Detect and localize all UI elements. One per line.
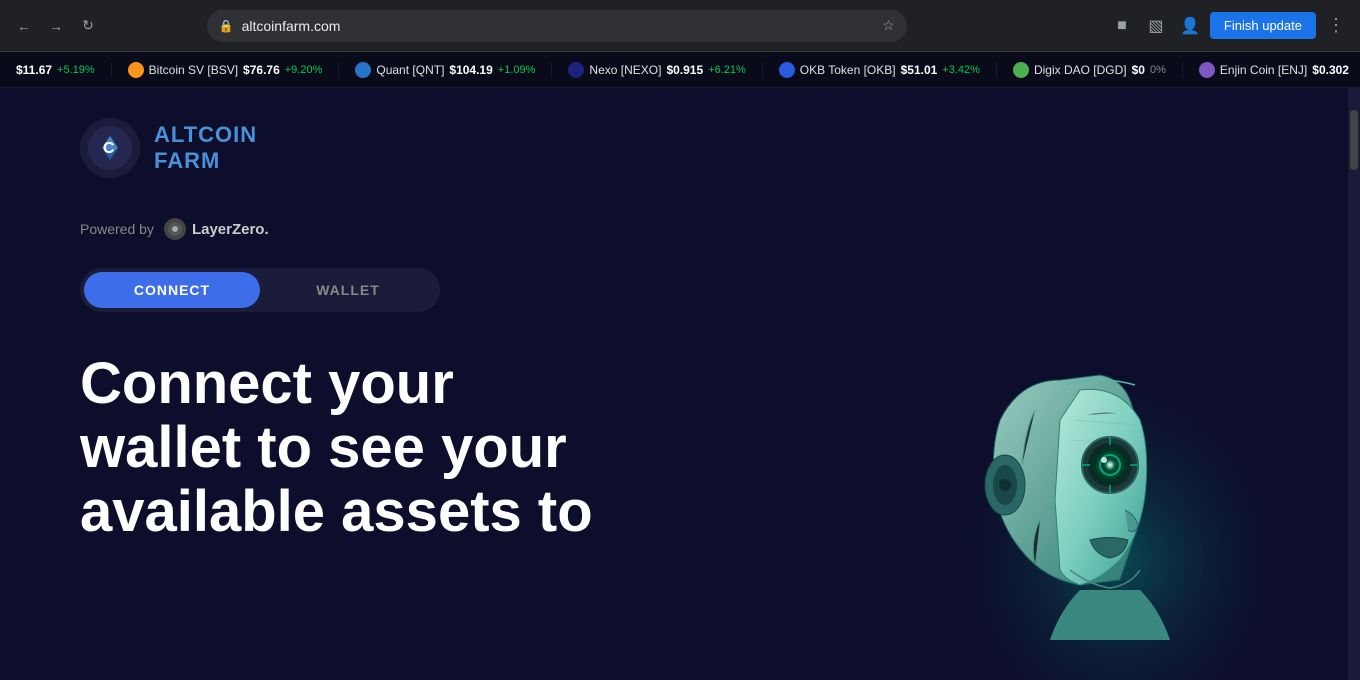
okb-change: +3.42% bbox=[942, 64, 980, 76]
logo-name-bottom: FARM bbox=[154, 148, 257, 174]
ticker-item-leading: $11.67 +5.19% bbox=[0, 63, 112, 77]
address-bar[interactable]: 🔒 altcoinfarm.com ☆ bbox=[207, 10, 907, 42]
logo-name-top: ALTCOIN bbox=[154, 122, 257, 148]
dgd-name: Digix DAO [DGD] bbox=[1034, 63, 1127, 77]
lock-icon: 🔒 bbox=[219, 19, 234, 33]
nexo-change: +6.21% bbox=[708, 64, 746, 76]
profile-button[interactable]: 👤 bbox=[1176, 12, 1204, 40]
nexo-icon bbox=[568, 62, 584, 78]
powered-by: Powered by LayerZero. bbox=[80, 218, 1280, 240]
bsv-price: $76.76 bbox=[243, 63, 280, 77]
layerzero-icon bbox=[164, 218, 186, 240]
bsv-icon bbox=[128, 62, 144, 78]
okb-name: OKB Token [OKB] bbox=[800, 63, 896, 77]
bsv-name: Bitcoin SV [BSV] bbox=[149, 63, 238, 77]
ticker-item-qnt: Quant [QNT] $104.19 +1.09% bbox=[339, 62, 552, 78]
enj-icon bbox=[1199, 62, 1215, 78]
qnt-price: $104.19 bbox=[449, 63, 492, 77]
url-text: altcoinfarm.com bbox=[242, 18, 874, 34]
sidebar-button[interactable]: ▧ bbox=[1142, 12, 1170, 40]
extensions-button[interactable]: ■ bbox=[1108, 12, 1136, 40]
enj-price: $0.302 bbox=[1312, 63, 1349, 77]
back-button[interactable]: ← bbox=[10, 12, 38, 40]
dgd-change: 0% bbox=[1150, 64, 1166, 76]
ticker-bar: $11.67 +5.19% Bitcoin SV [BSV] $76.76 +9… bbox=[0, 52, 1360, 88]
leading-change: +5.19% bbox=[57, 64, 95, 76]
dgd-icon bbox=[1013, 62, 1029, 78]
qnt-icon bbox=[355, 62, 371, 78]
layerzero-logo: LayerZero. bbox=[164, 218, 269, 240]
robot-image bbox=[920, 260, 1300, 680]
svg-text:C: C bbox=[103, 140, 115, 157]
reload-button[interactable]: ↻ bbox=[74, 12, 102, 40]
nav-buttons: ← → ↻ bbox=[10, 12, 102, 40]
ticker-item-bsv: Bitcoin SV [BSV] $76.76 +9.20% bbox=[112, 62, 340, 78]
logo-inner: C bbox=[88, 126, 132, 170]
nexo-name: Nexo [NEXO] bbox=[589, 63, 661, 77]
nexo-price: $0.915 bbox=[666, 63, 703, 77]
hero-line2: wallet to see your bbox=[80, 416, 680, 480]
forward-button[interactable]: → bbox=[42, 12, 70, 40]
bsv-change: +9.20% bbox=[285, 64, 323, 76]
toggle-group: CONNECT WALLET bbox=[80, 268, 440, 312]
ticker-item-okb: OKB Token [OKB] $51.01 +3.42% bbox=[763, 62, 997, 78]
finish-update-button[interactable]: Finish update bbox=[1210, 12, 1316, 39]
scrollbar[interactable] bbox=[1348, 88, 1360, 680]
wallet-button[interactable]: WALLET bbox=[260, 272, 436, 308]
layerzero-brand: LayerZero. bbox=[192, 221, 269, 238]
logo-circle: C bbox=[80, 118, 140, 178]
hero-line3: available assets to bbox=[80, 480, 680, 544]
connect-button[interactable]: CONNECT bbox=[84, 272, 260, 308]
star-icon[interactable]: ☆ bbox=[882, 17, 895, 34]
okb-icon bbox=[779, 62, 795, 78]
main-content: C ALTCOIN FARM Powered by LayerZero. CON… bbox=[0, 88, 1360, 680]
browser-chrome: ← → ↻ 🔒 altcoinfarm.com ☆ ■ ▧ 👤 Finish u… bbox=[0, 0, 1360, 52]
logo-area: C ALTCOIN FARM bbox=[80, 118, 1280, 178]
ticker-item-dgd: Digix DAO [DGD] $0 0% bbox=[997, 62, 1183, 78]
browser-menu-button[interactable]: ⋮ bbox=[1322, 12, 1350, 40]
qnt-name: Quant [QNT] bbox=[376, 63, 444, 77]
powered-by-label: Powered by bbox=[80, 221, 154, 237]
qnt-change: +1.09% bbox=[498, 64, 536, 76]
okb-price: $51.01 bbox=[901, 63, 938, 77]
ticker-item-nexo: Nexo [NEXO] $0.915 +6.21% bbox=[552, 62, 762, 78]
dgd-price: $0 bbox=[1132, 63, 1145, 77]
ticker-content: $11.67 +5.19% Bitcoin SV [BSV] $76.76 +9… bbox=[0, 62, 1360, 78]
browser-actions: ■ ▧ 👤 Finish update ⋮ bbox=[1108, 12, 1350, 40]
logo-text: ALTCOIN FARM bbox=[154, 122, 257, 174]
leading-price: $11.67 bbox=[16, 63, 52, 77]
hero-line1: Connect your bbox=[80, 352, 680, 416]
ticker-item-enj: Enjin Coin [ENJ] $0.302 bbox=[1183, 62, 1360, 78]
hero-text: Connect your wallet to see your availabl… bbox=[80, 352, 680, 543]
scrollbar-thumb[interactable] bbox=[1350, 110, 1358, 170]
enj-name: Enjin Coin [ENJ] bbox=[1220, 63, 1307, 77]
